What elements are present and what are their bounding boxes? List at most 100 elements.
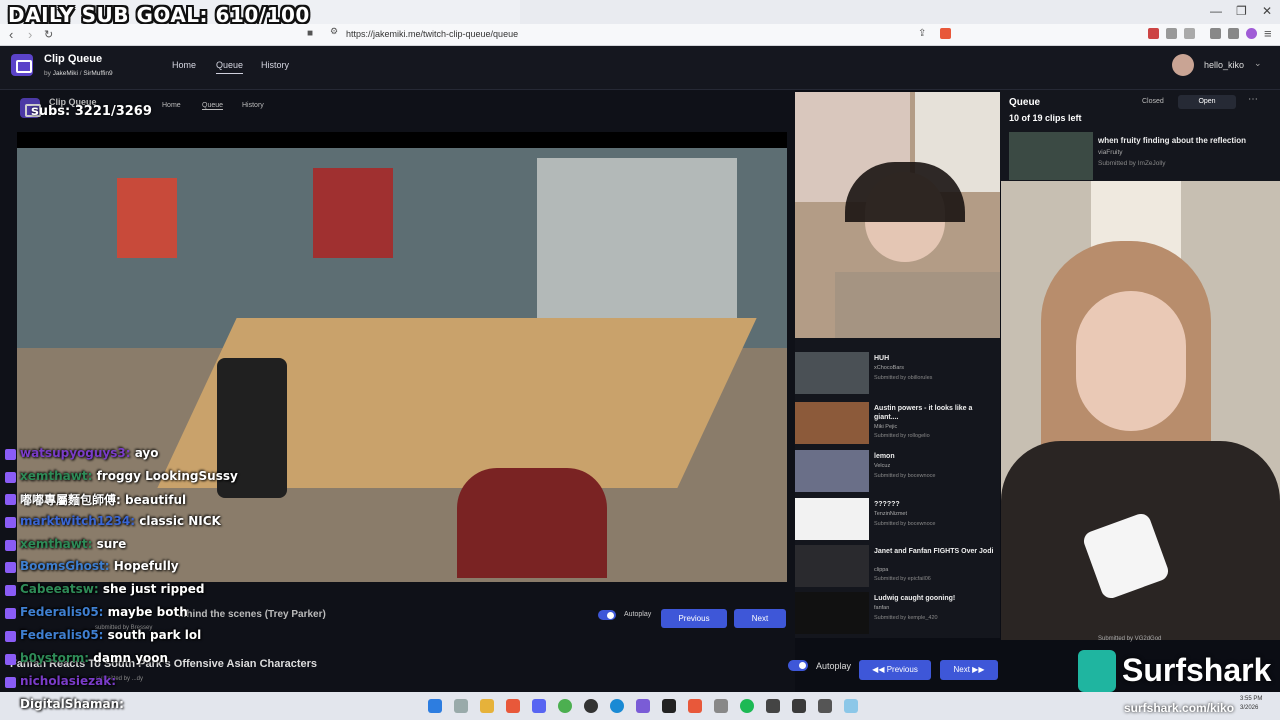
webcam-shirt: [835, 272, 1000, 338]
file-explorer-icon[interactable]: [480, 699, 494, 713]
last-follower: DigitalShaman:: [20, 697, 124, 711]
clock-date[interactable]: 3/2026: [1240, 705, 1258, 711]
inner-autoplay-toggle: [598, 610, 616, 620]
share-icon[interactable]: ⇪: [918, 28, 926, 39]
queue-item-thumbnail[interactable]: [795, 402, 869, 444]
notepad-icon[interactable]: [714, 699, 728, 713]
author-link-jakemiki[interactable]: JakeMiki: [53, 70, 78, 77]
close-window-button[interactable]: ✕: [1262, 4, 1272, 18]
chrome-icon[interactable]: [558, 699, 572, 713]
app-icon[interactable]: [636, 699, 650, 713]
queue-item[interactable]: Austin powers - it looks like a giant...…: [795, 402, 1000, 446]
console-icon[interactable]: [818, 699, 832, 713]
menu-icon[interactable]: ≡: [1264, 26, 1272, 41]
bookmark-icon[interactable]: ■: [307, 28, 313, 39]
queue-item-channel: Velcuz: [874, 463, 891, 469]
queue-item[interactable]: HUH xChocoBars Submitted by obillorules: [795, 352, 1000, 396]
queue-item[interactable]: Janet and Fanfan FIGHTS Over Jodi clippa…: [795, 545, 1000, 589]
brave-nightly-icon[interactable]: [688, 699, 702, 713]
notes-icon[interactable]: [844, 699, 858, 713]
queue-item-thumbnail[interactable]: [795, 545, 869, 587]
app2-icon[interactable]: [792, 699, 806, 713]
chat-text: beautiful: [125, 493, 187, 507]
chat-user: 嘟嘟專屬麵包師傅:: [20, 493, 121, 507]
search-icon[interactable]: [454, 699, 468, 713]
queue-item[interactable]: Ludwig caught gooning! fanfan Submitted …: [795, 592, 1000, 636]
profile-icon[interactable]: [1246, 28, 1257, 39]
nav-queue[interactable]: Queue: [216, 60, 244, 74]
queue-item[interactable]: lemon Velcuz Submitted by bocewnoce: [795, 450, 1000, 494]
discord-icon[interactable]: [532, 699, 546, 713]
wallet-icon[interactable]: [1228, 28, 1239, 39]
queue-item-title[interactable]: lemon: [874, 452, 996, 461]
chat-text: sure: [96, 537, 127, 551]
author-link-sirmuffin[interactable]: SirMuffin9: [83, 70, 112, 77]
brave-browser-icon[interactable]: [506, 699, 520, 713]
terminal-icon[interactable]: [766, 699, 780, 713]
minimize-button[interactable]: —: [1210, 4, 1222, 18]
extension-icon[interactable]: [1148, 28, 1159, 39]
queue-item-title[interactable]: Janet and Fanfan FIGHTS Over Jodi: [874, 547, 996, 556]
video-scene-poster: [117, 178, 177, 258]
url-field[interactable]: ⚙ https://jakemiki.me/twitch-clip-queue/…: [330, 26, 930, 44]
chat-message: Cabeeatsw: she just ripped: [5, 582, 204, 596]
autoplay-label: Autoplay: [816, 661, 852, 671]
queue-item-title[interactable]: HUH: [874, 354, 996, 363]
video-scene-window: [537, 158, 737, 328]
queue-open-button[interactable]: Open: [1178, 95, 1236, 109]
taskbar: DigitalShaman: 3:55 PM 3/2026: [0, 692, 1280, 720]
credit-separator: /: [79, 70, 82, 77]
puzzle-icon[interactable]: [1166, 28, 1177, 39]
back-icon[interactable]: ‹: [9, 27, 13, 42]
clock-time[interactable]: 3:55 PM: [1240, 696, 1262, 702]
queue-item-channel: fanfan: [874, 605, 890, 611]
sidebar-icon[interactable]: [1184, 28, 1195, 39]
forward-icon[interactable]: ›: [28, 27, 32, 42]
surfshark-logo-icon: [1078, 650, 1116, 692]
queue-item-title[interactable]: when fruity finding about the reflection: [1098, 136, 1274, 145]
app-title: Clip Queue: [44, 53, 103, 65]
queue-item-thumbnail[interactable]: [1009, 132, 1093, 180]
user-avatar[interactable]: [1172, 54, 1194, 76]
chat-text: damn yoon: [93, 651, 169, 665]
previous-button[interactable]: ◀◀ Previous: [859, 660, 931, 680]
clip-queue-logo-icon[interactable]: [11, 54, 33, 76]
video-letterbox: [17, 132, 787, 148]
queue-item-thumbnail[interactable]: [795, 498, 869, 540]
queue-closed-button[interactable]: Closed: [1142, 98, 1164, 105]
username[interactable]: hello_kiko: [1204, 60, 1244, 70]
chat-message: Federalis05: maybe both: [5, 605, 188, 619]
edge-icon[interactable]: [610, 699, 624, 713]
chat-message: watsupyoguys3: ayo: [5, 446, 159, 460]
brave-shield-icon[interactable]: [940, 28, 951, 39]
x-icon[interactable]: [662, 699, 676, 713]
site-settings-icon[interactable]: ⚙: [330, 26, 338, 37]
chat-message: xemthawt: froggy LookingSussy: [5, 469, 238, 483]
next-button[interactable]: Next ▶▶: [940, 660, 998, 680]
streamer-webcam-secondary: [795, 92, 1000, 338]
nav-history[interactable]: History: [261, 60, 289, 70]
music-icon[interactable]: [1210, 28, 1221, 39]
autoplay-toggle[interactable]: [788, 660, 808, 671]
spotify-icon[interactable]: [740, 699, 754, 713]
nav-home[interactable]: Home: [172, 60, 196, 70]
queue-item-thumbnail[interactable]: [795, 352, 869, 394]
inner-autoplay-label: Autoplay: [624, 611, 652, 618]
start-menu-icon[interactable]: [428, 699, 442, 713]
reload-icon[interactable]: ↻: [44, 28, 53, 41]
chat-user: watsupyoguys3:: [20, 446, 131, 460]
maximize-button[interactable]: ❐: [1236, 4, 1247, 18]
queue-item-thumbnail[interactable]: [795, 450, 869, 492]
chat-message: 嘟嘟專屬麵包師傅: beautiful: [5, 491, 186, 508]
queue-more-icon[interactable]: ⋯: [1248, 94, 1258, 105]
queue-item[interactable]: ?????? TenzinNizmet Submitted by bocewno…: [795, 498, 1000, 542]
obs-icon[interactable]: [584, 699, 598, 713]
queue-item-title[interactable]: ??????: [874, 500, 996, 509]
queue-item-title[interactable]: Ludwig caught gooning!: [874, 594, 996, 603]
by-label: by: [44, 70, 51, 77]
chat-user: marktwitch1234:: [20, 514, 136, 528]
inner-clip-title: ...hind the scenes (Trey Parker): [178, 609, 326, 620]
queue-item-title[interactable]: Austin powers - it looks like a giant...…: [874, 404, 996, 422]
user-menu-chevron-icon[interactable]: ⌄: [1254, 58, 1262, 69]
queue-item-thumbnail[interactable]: [795, 592, 869, 634]
